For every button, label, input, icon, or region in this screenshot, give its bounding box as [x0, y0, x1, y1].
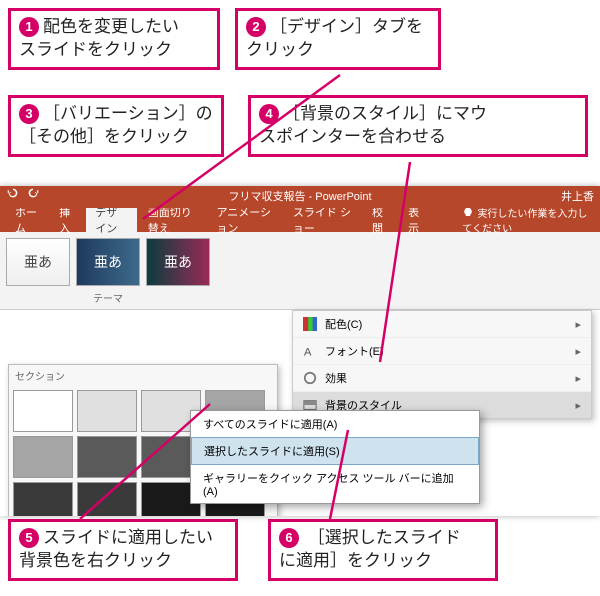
bg-style-swatch[interactable] — [13, 482, 73, 516]
powerpoint-window: フリマ収支報告 - PowerPoint 井上香 ホーム 挿入 デザイン 画面切… — [0, 186, 600, 516]
svg-text:A: A — [304, 346, 312, 358]
ribbon-tabs: ホーム 挿入 デザイン 画面切り替え アニメーション スライド ショー 校閲 表… — [0, 208, 600, 232]
menu-item-label: 効果 — [325, 370, 347, 386]
theme-thumb[interactable]: 亜あ — [6, 238, 70, 286]
chevron-right-icon: ▸ — [575, 345, 581, 358]
bg-style-swatch[interactable] — [77, 482, 137, 516]
callout-text: ［選択したスライド — [303, 528, 461, 547]
tellme-label: 実行したい作業を入力してください — [462, 209, 587, 235]
variations-more-menu: 配色(C) ▸ A フォント(E) ▸ 効果 ▸ 背景のスタイル ▸ — [292, 310, 592, 419]
callout-bullet: 1 — [19, 17, 39, 37]
callout-6: 6 ［選択したスライド に適用］をクリック — [268, 519, 498, 581]
bg-style-swatch[interactable] — [77, 390, 137, 432]
callout-bullet: 5 — [19, 528, 39, 548]
themes-group: 亜あ 亜あ 亜あ テーマ — [6, 238, 210, 309]
callout-bullet: 2 — [246, 17, 266, 37]
chevron-right-icon: ▸ — [575, 399, 581, 412]
callout-text: スライドに適用したい — [43, 528, 213, 547]
bg-style-context-menu: すべてのスライドに適用(A) 選択したスライドに適用(S) ギャラリーをクイック… — [190, 410, 480, 504]
bg-style-swatch[interactable] — [13, 390, 73, 432]
redo-icon[interactable] — [26, 186, 40, 200]
undo-icon[interactable] — [6, 186, 20, 200]
user-name: 井上香 — [561, 186, 594, 208]
callout-3: 3［バリエーション］の ［その他］をクリック — [8, 95, 224, 157]
ctx-apply-selected[interactable]: 選択したスライドに適用(S) — [191, 437, 479, 465]
menu-item-colors[interactable]: 配色(C) ▸ — [293, 311, 591, 338]
callout-text: 配色を変更したい — [43, 17, 179, 36]
callout-text: ［その他］をクリック — [19, 127, 189, 146]
callout-bullet: 6 — [279, 528, 299, 548]
callout-5: 5スライドに適用したい 背景色を右クリック — [8, 519, 238, 581]
ctx-apply-all[interactable]: すべてのスライドに適用(A) — [191, 411, 479, 437]
chevron-right-icon: ▸ — [575, 318, 581, 331]
menu-item-effects[interactable]: 効果 ▸ — [293, 365, 591, 392]
menu-item-label: フォント(E) — [325, 343, 384, 359]
theme-thumb[interactable]: 亜あ — [146, 238, 210, 286]
callout-text: に適用］をクリック — [279, 551, 432, 570]
ribbon-body: 亜あ 亜あ 亜あ テーマ — [0, 232, 600, 310]
menu-item-fonts[interactable]: A フォント(E) ▸ — [293, 338, 591, 365]
section-label: セクション — [9, 365, 277, 386]
callout-text: スポインターを合わせる — [259, 127, 446, 146]
callout-text: クリック — [246, 40, 314, 59]
callout-text: 背景色を右クリック — [19, 551, 172, 570]
callout-1: 1配色を変更したい スライドをクリック — [8, 8, 220, 70]
theme-thumb[interactable]: 亜あ — [76, 238, 140, 286]
chevron-right-icon: ▸ — [575, 372, 581, 385]
callout-text: ［背景のスタイル］にマウ — [283, 104, 487, 123]
window-title: フリマ収支報告 - PowerPoint — [228, 191, 371, 203]
font-icon: A — [303, 344, 317, 358]
ctx-add-qat[interactable]: ギャラリーをクイック アクセス ツール バーに追加(A) — [191, 465, 479, 503]
callout-4: 4［背景のスタイル］にマウ スポインターを合わせる — [248, 95, 588, 157]
bulb-icon — [462, 207, 474, 219]
callout-bullet: 3 — [19, 104, 39, 124]
group-label-themes: テーマ — [6, 290, 210, 305]
callout-bullet: 4 — [259, 104, 279, 124]
bg-style-swatch[interactable] — [13, 436, 73, 478]
qat[interactable] — [6, 186, 40, 200]
callout-text: ［バリエーション］の — [43, 104, 213, 123]
callout-2: 2［デザイン］タブを クリック — [235, 8, 441, 70]
callout-text: ［デザイン］タブを — [270, 17, 423, 36]
title-bar: フリマ収支報告 - PowerPoint 井上香 — [0, 186, 600, 208]
menu-item-label: 配色(C) — [325, 316, 362, 332]
callout-text: スライドをクリック — [19, 40, 172, 59]
palette-icon — [303, 317, 317, 331]
effects-icon — [303, 371, 317, 385]
bg-style-swatch[interactable] — [77, 436, 137, 478]
